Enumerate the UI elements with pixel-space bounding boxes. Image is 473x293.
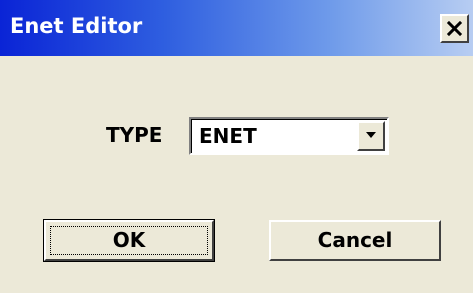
- dialog-window: Enet Editor TYPE ENET OK Cancel: [0, 0, 473, 293]
- cancel-button-label: Cancel: [317, 228, 393, 252]
- window-title: Enet Editor: [10, 14, 143, 38]
- dropdown-arrow-button[interactable]: [357, 121, 385, 151]
- cancel-button[interactable]: Cancel: [269, 220, 441, 261]
- focus-ring: [50, 226, 208, 255]
- type-label: TYPE: [106, 123, 163, 147]
- close-button[interactable]: [440, 14, 469, 43]
- chevron-down-icon: [366, 132, 376, 138]
- type-dropdown[interactable]: ENET: [189, 117, 389, 155]
- title-bar[interactable]: Enet Editor: [0, 0, 473, 56]
- type-selected-value: ENET: [199, 124, 257, 148]
- close-icon: [447, 21, 462, 36]
- ok-button[interactable]: OK: [43, 219, 215, 262]
